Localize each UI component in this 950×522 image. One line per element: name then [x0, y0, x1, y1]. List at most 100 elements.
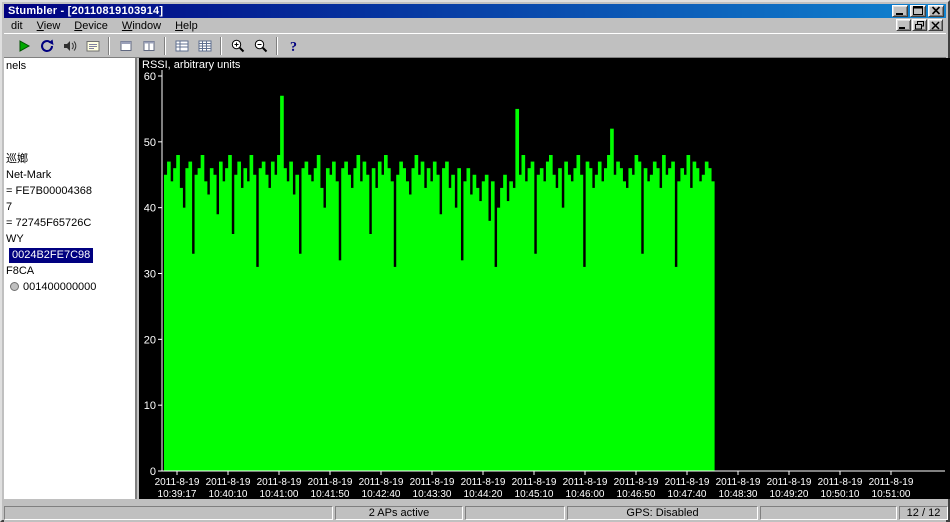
svg-text:30: 30: [144, 269, 156, 281]
title-bar: Stumbler - [20110819103914]: [4, 4, 946, 18]
tree-item-channels[interactable]: nels: [6, 59, 26, 74]
svg-text:10:41:50: 10:41:50: [311, 489, 350, 499]
options-card-icon: [85, 38, 101, 54]
svg-text:20: 20: [144, 334, 156, 346]
main-area: nels 巡嫏 Net-Mark = FE7B00004368 7 = 7274…: [4, 58, 950, 499]
svg-text:10:50:10: 10:50:10: [821, 489, 860, 499]
menu-window[interactable]: Window: [115, 19, 168, 33]
gps-status: GPS: Disabled: [567, 506, 758, 520]
close-icon: [929, 5, 943, 17]
menu-edit[interactable]: dit: [4, 19, 30, 33]
svg-text:2011-8-19: 2011-8-19: [257, 477, 302, 488]
svg-text:2011-8-19: 2011-8-19: [665, 477, 710, 488]
list-view-icon: [174, 38, 190, 54]
tree-item-label: 001400000000: [23, 281, 96, 293]
speaker-button[interactable]: [58, 35, 81, 57]
svg-text:10:42:40: 10:42:40: [362, 489, 401, 499]
item-count: 12 / 12: [899, 506, 948, 520]
tree-item-ssid[interactable]: 巡嫏: [6, 152, 28, 167]
svg-text:10:49:20: 10:49:20: [770, 489, 809, 499]
zoom-out-button[interactable]: [249, 35, 272, 57]
svg-text:2011-8-19: 2011-8-19: [308, 477, 353, 488]
svg-text:2011-8-19: 2011-8-19: [359, 477, 404, 488]
svg-text:10:51:00: 10:51:00: [872, 489, 911, 499]
menu-device[interactable]: Device: [67, 19, 115, 33]
child-minimize-icon: [897, 20, 910, 31]
tree-item-ssid[interactable]: 7: [6, 200, 12, 215]
toolbar-separator: [108, 37, 110, 55]
child-minimize-button[interactable]: [896, 19, 911, 31]
menu-bar: dit View Device Window Help: [4, 18, 946, 33]
split-window-icon: [141, 38, 157, 54]
window-controls: [892, 5, 944, 17]
play-icon: [16, 38, 32, 54]
svg-text:2011-8-19: 2011-8-19: [563, 477, 608, 488]
svg-text:2011-8-19: 2011-8-19: [461, 477, 506, 488]
svg-text:10:40:10: 10:40:10: [209, 489, 248, 499]
tree-item-mac[interactable]: = FE7B00004368: [6, 184, 92, 199]
svg-text:?: ?: [290, 40, 297, 54]
menu-view[interactable]: View: [30, 19, 68, 33]
child-restore-button[interactable]: [912, 19, 927, 31]
window-minimize-button[interactable]: [892, 5, 908, 17]
svg-text:2011-8-19: 2011-8-19: [410, 477, 455, 488]
rssi-chart: 01020304050602011-8-1910:39:172011-8-191…: [139, 58, 950, 499]
status-bar: 2 APs active GPS: Disabled 12 / 12: [4, 504, 946, 522]
help-icon: ?: [286, 38, 302, 54]
svg-text:2011-8-19: 2011-8-19: [818, 477, 863, 488]
child-close-button[interactable]: [928, 19, 943, 31]
ap-circle-icon: [10, 282, 19, 291]
speaker-icon: [62, 38, 78, 54]
rescan-button[interactable]: [35, 35, 58, 57]
netstumbler-window: Stumbler - [20110819103914] dit View Dev…: [0, 0, 950, 522]
child-window-controls: [896, 19, 943, 31]
split-window-button[interactable]: [137, 35, 160, 57]
list-view-button[interactable]: [170, 35, 193, 57]
minimize-icon: [893, 5, 907, 17]
play-button[interactable]: [12, 35, 35, 57]
svg-text:40: 40: [144, 203, 156, 215]
menu-help[interactable]: Help: [168, 19, 205, 33]
toolbar-separator: [276, 37, 278, 55]
zoom-in-icon: [230, 38, 246, 54]
zoom-in-button[interactable]: [226, 35, 249, 57]
help-button[interactable]: ?: [282, 35, 305, 57]
svg-text:2011-8-19: 2011-8-19: [614, 477, 659, 488]
status-segment-empty: [4, 506, 333, 520]
options-button[interactable]: [81, 35, 104, 57]
details-view-button[interactable]: [193, 35, 216, 57]
maximize-icon: [911, 5, 925, 17]
toolbar-separator: [164, 37, 166, 55]
small-window-icon: [118, 38, 134, 54]
status-segment-empty: [760, 506, 897, 520]
window-maximize-button[interactable]: [910, 5, 926, 17]
tree-item-ssid[interactable]: Net-Mark: [6, 168, 51, 183]
svg-text:RSSI, arbitrary units: RSSI, arbitrary units: [142, 59, 241, 71]
small-window-button[interactable]: [114, 35, 137, 57]
svg-text:10:46:00: 10:46:00: [566, 489, 605, 499]
child-restore-icon: [913, 20, 926, 31]
tree-item-ssid[interactable]: WY: [6, 232, 24, 247]
svg-text:10:44:20: 10:44:20: [464, 489, 503, 499]
aps-active-status: 2 APs active: [335, 506, 463, 520]
svg-text:2011-8-19: 2011-8-19: [767, 477, 812, 488]
tree-item-mac[interactable]: 001400000000: [10, 280, 96, 295]
svg-text:10:45:10: 10:45:10: [515, 489, 554, 499]
svg-text:10:43:30: 10:43:30: [413, 489, 452, 499]
ap-tree-panel: nels 巡嫏 Net-Mark = FE7B00004368 7 = 7274…: [4, 58, 137, 499]
window-title: Stumbler - [20110819103914]: [4, 5, 163, 17]
svg-text:2011-8-19: 2011-8-19: [512, 477, 557, 488]
svg-text:2011-8-19: 2011-8-19: [155, 477, 200, 488]
tree-item-mac[interactable]: = 72745F65726C: [6, 216, 91, 231]
window-close-button[interactable]: [928, 5, 944, 17]
svg-text:2011-8-19: 2011-8-19: [206, 477, 251, 488]
tree-item-mac[interactable]: F8CA: [6, 264, 34, 279]
rescan-icon: [39, 38, 55, 54]
svg-text:10: 10: [144, 400, 156, 412]
details-view-icon: [197, 38, 213, 54]
tree-item-mac-selected[interactable]: 0024B2FE7C98: [9, 248, 93, 263]
svg-text:10:46:50: 10:46:50: [617, 489, 656, 499]
toolbar-separator: [220, 37, 222, 55]
svg-text:60: 60: [144, 71, 156, 83]
svg-text:2011-8-19: 2011-8-19: [716, 477, 761, 488]
